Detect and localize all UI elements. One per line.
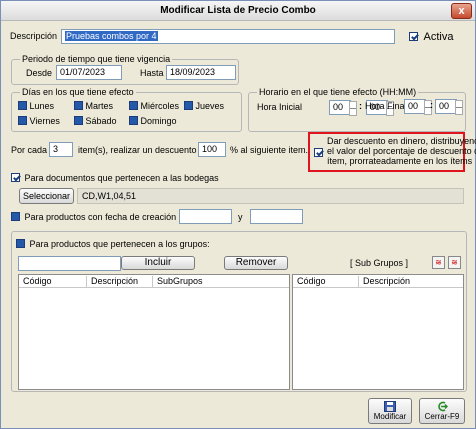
subgrupos-grid[interactable]: Código Descripción <box>292 274 464 390</box>
dias-legend: Días en los que tiene efecto <box>20 87 136 97</box>
fecha-and-label: y <box>238 212 243 222</box>
activa-checkbox[interactable]: Activa <box>409 31 453 43</box>
grupos-label: Para productos que pertenecen a los grup… <box>29 239 210 249</box>
descuento-middle-label: item(s), realizar un descuento del <box>78 145 212 155</box>
hora-inicial-sep: : <box>359 101 362 111</box>
dia-miercoles[interactable]: Miércoles <box>129 101 179 111</box>
modificar-label: Modificar <box>373 412 407 421</box>
bodegas-checkbox[interactable]: Para documentos que pertenecen a las bod… <box>11 173 219 183</box>
dia-martes[interactable]: Martes <box>74 101 113 111</box>
fecha-creacion-check-icon <box>11 212 20 221</box>
dinero-line-1: Dar descuento en dinero, distribuyendo <box>327 136 476 146</box>
hora-final-m[interactable]: 00 <box>435 99 463 115</box>
dinero-line-2: el valor del porcentaje de descuento del <box>327 146 476 156</box>
descripcion-value: Pruebas combos por 4 <box>65 31 158 41</box>
sabado-check-icon <box>74 116 83 125</box>
sub-col-descripcion: Descripción <box>363 276 411 286</box>
grupos-grid-header: Código Descripción SubGrupos <box>19 275 289 288</box>
horario-legend: Horario en el que tiene efecto (HH:MM) <box>257 87 419 97</box>
bodegas-label: Para documentos que pertenecen a las bod… <box>24 173 219 183</box>
title-bar: Modificar Lista de Precio Combo x <box>1 1 475 21</box>
bodegas-check-icon <box>11 173 20 182</box>
hora-final-h[interactable]: 00 <box>404 99 432 115</box>
exit-icon <box>438 401 448 412</box>
viernes-check-icon <box>18 116 27 125</box>
close-window-button[interactable]: x <box>451 3 472 19</box>
horario-group: Horario en el que tiene efecto (HH:MM) H… <box>248 87 466 132</box>
jueves-check-icon <box>184 101 193 110</box>
expand-icon[interactable]: ≋ <box>432 256 445 269</box>
porcentaje-input[interactable]: 100 <box>198 142 226 157</box>
grupos-grid[interactable]: Código Descripción SubGrupos <box>18 274 290 390</box>
col-codigo: Código <box>19 276 87 287</box>
hasta-label: Hasta <box>140 68 164 78</box>
domingo-check-icon <box>129 116 138 125</box>
fecha-creacion-label: Para productos con fecha de creación ent… <box>24 212 200 222</box>
grupos-panel: Para productos que pertenecen a los grup… <box>11 231 467 392</box>
periodo-group: Periodo de tiempo que tiene vigencia Des… <box>11 54 239 85</box>
grupo-input[interactable] <box>18 256 121 271</box>
dia-sabado[interactable]: Sábado <box>74 116 117 126</box>
modificar-button[interactable]: Modificar <box>368 398 412 424</box>
bodegas-value: CD,W1,04,51 <box>77 188 464 204</box>
col-descripcion: Descripción <box>87 276 153 287</box>
dinero-check-icon <box>314 148 323 157</box>
dia-lunes[interactable]: Lunes <box>18 101 54 111</box>
lunes-check-icon <box>18 101 27 110</box>
subgrupos-grid-header: Código Descripción <box>293 275 463 288</box>
dialog-window: Modificar Lista de Precio Combo x Descri… <box>0 0 476 429</box>
fecha-desde-input[interactable] <box>179 209 232 224</box>
descripcion-label: Descripción <box>10 31 58 41</box>
collapse-icon[interactable]: ≋ <box>448 256 461 269</box>
martes-check-icon <box>74 101 83 110</box>
dia-viernes[interactable]: Viernes <box>18 116 60 126</box>
fecha-creacion-checkbox[interactable]: Para productos con fecha de creación ent… <box>11 212 199 222</box>
incluir-button[interactable]: Incluir <box>121 256 195 270</box>
miercoles-check-icon <box>129 101 138 110</box>
grupos-checkbox[interactable]: Para productos que pertenecen a los grup… <box>16 239 210 249</box>
hasta-input[interactable]: 18/09/2023 <box>166 65 236 80</box>
subgrupos-label: [ Sub Grupos ] <box>350 258 409 268</box>
dia-domingo[interactable]: Domingo <box>129 116 177 126</box>
sub-col-codigo: Código <box>293 276 359 287</box>
hora-inicial-label: Hora Inicial <box>257 102 303 112</box>
descripcion-input[interactable]: Pruebas combos por 4 <box>61 29 395 44</box>
cerrar-button[interactable]: Cerrar-F9 <box>419 398 465 424</box>
hora-inicial-h[interactable]: 00 <box>329 100 357 116</box>
descuento-suffix-label: % al siguiente item. <box>230 145 309 155</box>
window-title: Modificar Lista de Precio Combo <box>160 5 316 16</box>
desde-input[interactable]: 01/07/2023 <box>56 65 122 80</box>
dias-group: Días en los que tiene efecto Lunes Marte… <box>11 87 242 132</box>
hora-final-sep: : <box>430 100 433 110</box>
remover-button[interactable]: Remover <box>224 256 288 270</box>
hora-final-label: Hora Final <box>365 101 407 111</box>
por-cada-label: Por cada <box>11 145 48 155</box>
periodo-legend: Periodo de tiempo que tiene vigencia <box>20 54 173 64</box>
dinero-text: Dar descuento en dinero, distribuyendo e… <box>327 136 476 166</box>
desde-label: Desde <box>26 68 53 78</box>
grupos-check-icon <box>16 239 25 248</box>
save-icon <box>384 401 396 412</box>
dinero-checkbox[interactable] <box>314 148 323 158</box>
activa-label: Activa <box>423 31 454 43</box>
seleccionar-button[interactable]: Seleccionar <box>19 188 74 204</box>
fecha-hasta-input[interactable] <box>250 209 303 224</box>
col-subgrupos: SubGrupos <box>157 276 203 286</box>
cada-input[interactable]: 3 <box>49 142 73 157</box>
dinero-line-3: ítem, prorrateadamente en los ítems <box>327 156 473 166</box>
cerrar-label: Cerrar-F9 <box>424 412 460 421</box>
dia-jueves[interactable]: Jueves <box>184 101 224 111</box>
activa-check-icon <box>409 32 418 41</box>
